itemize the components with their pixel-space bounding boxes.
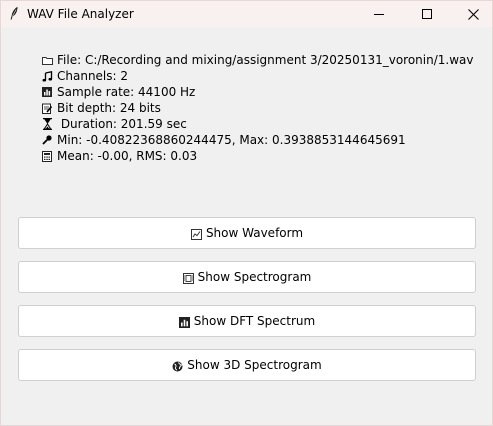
info-mean-rms-text: Mean: -0.00, RMS: 0.03 xyxy=(57,149,198,163)
folder-icon xyxy=(41,54,53,66)
info-sample-rate: Sample rate: 44100 Hz xyxy=(41,84,473,100)
window-title: WAV File Analyzer xyxy=(27,7,134,21)
info-min-max: Min: -0.40822368860244475, Max: 0.393885… xyxy=(41,132,473,148)
info-sample-rate-text: Sample rate: 44100 Hz xyxy=(57,85,196,99)
info-bit-depth: Bit depth: 24 bits xyxy=(41,100,473,116)
chart-icon xyxy=(190,229,202,240)
globe-icon xyxy=(172,361,183,372)
show-waveform-button[interactable]: Show Waveform xyxy=(18,217,476,249)
minimize-icon xyxy=(374,9,384,19)
memo-icon xyxy=(41,102,53,114)
bar-chart-icon xyxy=(41,86,53,98)
info-channels: Channels: 2 xyxy=(41,68,473,84)
info-file: File: C:/Recording and mixing/assignment… xyxy=(41,52,473,68)
close-icon xyxy=(467,8,479,20)
info-file-text: File: C:/Recording and mixing/assignment… xyxy=(57,53,474,67)
maximize-button[interactable] xyxy=(404,1,450,27)
title-bar[interactable]: WAV File Analyzer xyxy=(1,1,492,27)
microphone-icon xyxy=(41,134,53,146)
hourglass-icon xyxy=(41,118,53,130)
file-info-panel: File: C:/Recording and mixing/assignment… xyxy=(41,52,473,164)
info-channels-text: Channels: 2 xyxy=(57,69,129,83)
info-bit-depth-text: Bit depth: 24 bits xyxy=(57,101,161,115)
info-duration-text: Duration: 201.59 sec xyxy=(57,117,187,131)
calculator-icon xyxy=(41,150,53,162)
feather-icon xyxy=(9,6,19,20)
info-min-max-text: Min: -0.40822368860244475, Max: 0.393885… xyxy=(57,133,406,147)
app-window: WAV File Analyzer File: C:/Recording and… xyxy=(0,0,493,426)
show-waveform-label: Show Waveform xyxy=(205,226,304,240)
close-button[interactable] xyxy=(450,1,493,27)
show-dft-spectrum-button[interactable]: Show DFT Spectrum xyxy=(18,305,476,337)
info-mean-rms: Mean: -0.00, RMS: 0.03 xyxy=(41,148,473,164)
show-3d-spectrogram-label: Show 3D Spectrogram xyxy=(187,358,322,372)
show-3d-spectrogram-button[interactable]: Show 3D Spectrogram xyxy=(18,349,476,381)
show-spectrogram-label: Show Spectrogram xyxy=(197,270,312,284)
music-note-icon xyxy=(41,70,53,82)
minimize-button[interactable] xyxy=(356,1,402,27)
show-dft-spectrum-label: Show DFT Spectrum xyxy=(193,314,316,328)
film-frame-icon xyxy=(182,273,194,284)
maximize-icon xyxy=(422,9,432,19)
info-duration: Duration: 201.59 sec xyxy=(41,116,473,132)
show-spectrogram-button[interactable]: Show Spectrogram xyxy=(18,261,476,293)
bar-chart-icon xyxy=(178,317,190,328)
